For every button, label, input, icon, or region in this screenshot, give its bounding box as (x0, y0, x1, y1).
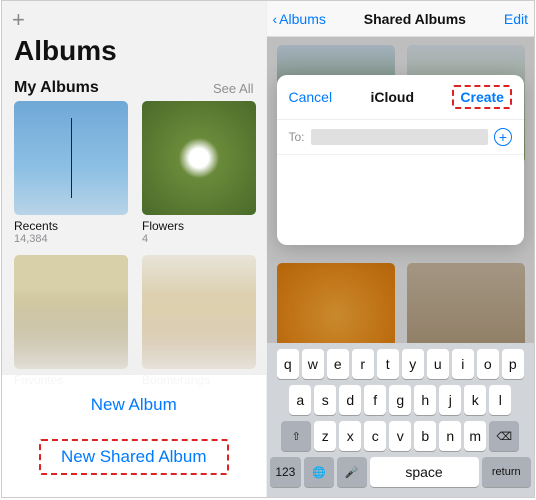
albums-screen: + Albums My Albums See All Recents 14,38… (2, 1, 267, 497)
mic-key[interactable]: 🎤 (337, 457, 367, 487)
key-h[interactable]: h (414, 385, 436, 415)
globe-key[interactable]: 🌐 (304, 457, 334, 487)
key-s[interactable]: s (314, 385, 336, 415)
key-p[interactable]: p (502, 349, 524, 379)
to-label: To: (289, 130, 305, 144)
key-w[interactable]: w (302, 349, 324, 379)
to-field[interactable] (311, 129, 488, 145)
shared-albums-screen: ‹ Albums Shared Albums Edit JP Flowers J… (267, 1, 535, 497)
key-n[interactable]: n (439, 421, 461, 451)
album-item[interactable]: Flowers 4 (142, 101, 256, 245)
backspace-key[interactable]: ⌫ (489, 421, 519, 451)
key-u[interactable]: u (427, 349, 449, 379)
screen-title: Albums (14, 35, 117, 67)
numbers-key[interactable]: 123 (270, 457, 302, 487)
edit-button[interactable]: Edit (504, 11, 528, 27)
key-j[interactable]: j (439, 385, 461, 415)
add-contact-icon[interactable]: + (494, 128, 512, 146)
back-button[interactable]: ‹ Albums (273, 11, 326, 27)
album-thumbnail (142, 101, 256, 215)
key-y[interactable]: y (402, 349, 424, 379)
album-count: 14,384 (14, 233, 128, 245)
key-a[interactable]: a (289, 385, 311, 415)
key-x[interactable]: x (339, 421, 361, 451)
key-f[interactable]: f (364, 385, 386, 415)
section-my-albums: My Albums (14, 79, 99, 97)
back-label: Albums (279, 11, 326, 27)
new-album-button[interactable]: New Album (71, 389, 197, 421)
add-icon[interactable]: + (12, 7, 25, 33)
chevron-left-icon: ‹ (273, 11, 278, 27)
key-m[interactable]: m (464, 421, 486, 451)
key-c[interactable]: c (364, 421, 386, 451)
album-name: Flowers (142, 219, 256, 233)
space-key[interactable]: space (370, 457, 479, 487)
key-e[interactable]: e (327, 349, 349, 379)
shift-key[interactable]: ⇧ (281, 421, 311, 451)
popup-title: iCloud (370, 89, 414, 105)
key-k[interactable]: k (464, 385, 486, 415)
key-o[interactable]: o (477, 349, 499, 379)
create-button[interactable]: Create (452, 85, 512, 109)
action-sheet: New Album New Shared Album (2, 374, 266, 497)
album-item[interactable]: Recents 14,384 (14, 101, 128, 245)
key-z[interactable]: z (314, 421, 336, 451)
key-i[interactable]: i (452, 349, 474, 379)
keyboard: qwertyuiop asdfghjkl ⇧ zxcvbnm ⌫ 123 🌐 🎤… (267, 343, 535, 497)
key-q[interactable]: q (277, 349, 299, 379)
key-b[interactable]: b (414, 421, 436, 451)
see-all-link[interactable]: See All (213, 81, 253, 96)
icloud-share-popup: Cancel iCloud Create To: + (277, 75, 525, 245)
popup-body[interactable] (277, 155, 525, 245)
album-thumbnail (14, 101, 128, 215)
navbar: ‹ Albums Shared Albums Edit (267, 1, 535, 37)
nav-title: Shared Albums (364, 11, 466, 27)
key-g[interactable]: g (389, 385, 411, 415)
key-d[interactable]: d (339, 385, 361, 415)
new-shared-album-button[interactable]: New Shared Album (39, 439, 229, 475)
cancel-button[interactable]: Cancel (289, 89, 333, 105)
album-count: 4 (142, 233, 256, 245)
return-key[interactable]: return (482, 457, 532, 487)
key-r[interactable]: r (352, 349, 374, 379)
album-name: Recents (14, 219, 128, 233)
key-l[interactable]: l (489, 385, 511, 415)
key-t[interactable]: t (377, 349, 399, 379)
key-v[interactable]: v (389, 421, 411, 451)
